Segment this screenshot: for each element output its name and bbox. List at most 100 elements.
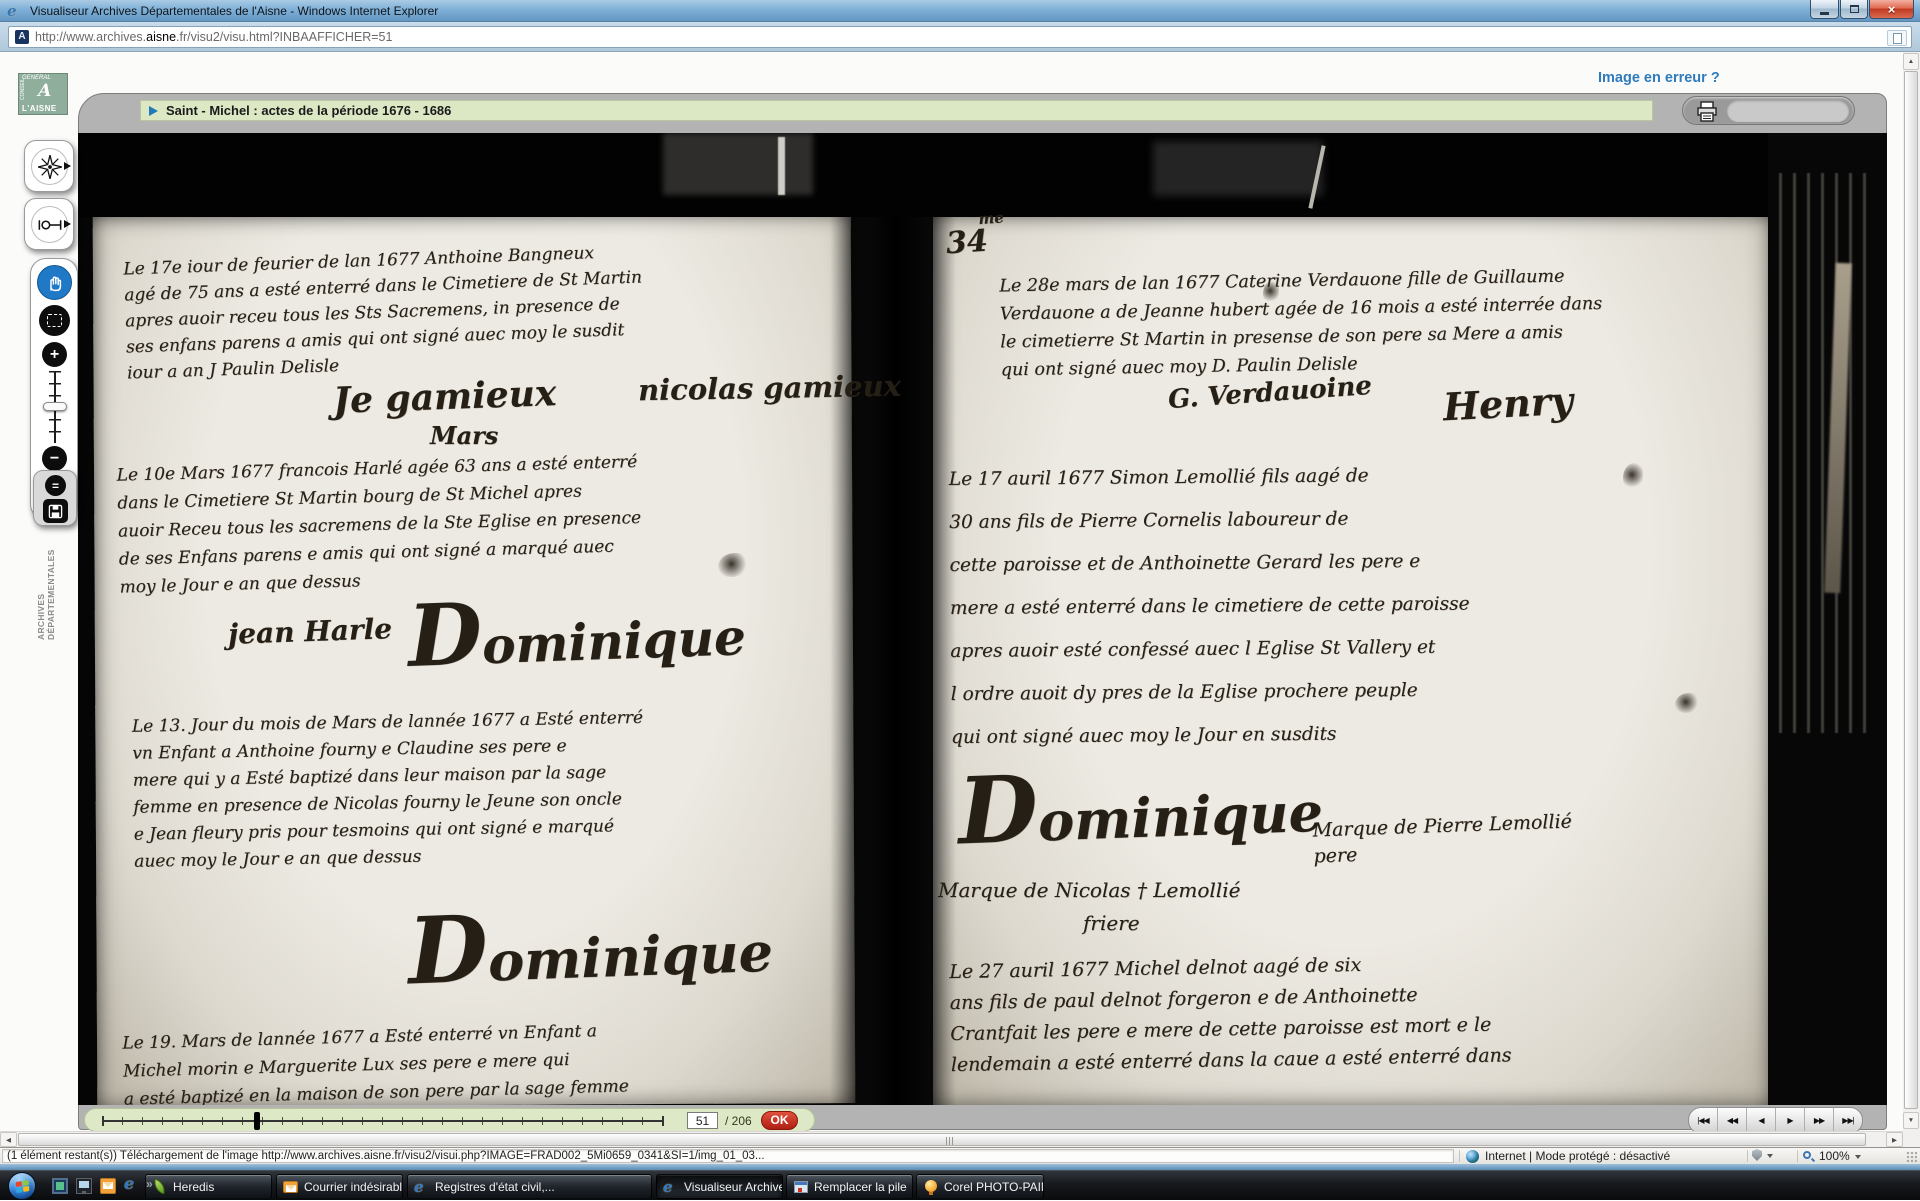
corel-balloon-icon (923, 1179, 939, 1195)
zoom-level-label: 100% (1819, 1149, 1850, 1163)
actual-size-tool-button[interactable] (31, 206, 68, 243)
windows-flag-icon (16, 1180, 30, 1193)
chevron-down-icon (1767, 1154, 1773, 1158)
taskbar-button-corel[interactable]: Corel PHOTO-PAIN... (916, 1174, 1044, 1199)
zoom-slider-thumb[interactable] (43, 402, 67, 411)
image-navigation-buttons: |◀◀ ◀◀ ◀ ▶ ▶▶ ▶▶| (1688, 1107, 1863, 1134)
slider-end-cap (662, 1116, 664, 1126)
expand-arrow-icon (64, 220, 71, 228)
windows-taskbar: e » Heredis Courrier indésirable ... e R… (0, 1170, 1920, 1200)
burial-act-text: Le 13. Jour du mois de Mars de lannée 16… (132, 702, 795, 875)
horizontal-scrollbar[interactable]: ◀ ▶ (0, 1131, 1903, 1147)
viewer-header-bar: Saint - Michel : actes de la période 167… (140, 100, 1653, 121)
pan-tool-button[interactable] (37, 265, 72, 300)
mail-quicklaunch[interactable] (100, 1178, 116, 1194)
heredis-leaf-icon (152, 1179, 168, 1195)
archives-departementales-label: ARCHIVES DÉPARTEMENTALES (36, 536, 56, 640)
protection-button[interactable] (1752, 1149, 1773, 1161)
save-button[interactable] (43, 499, 68, 523)
next-image-button[interactable]: ▶ (1776, 1108, 1805, 1133)
conseil-general-aisne-logo: GÉNÉRAL A CONSEIL L'AISNE (18, 73, 68, 115)
register-title: Saint - Michel : actes de la période 167… (166, 103, 451, 118)
image-error-link[interactable]: Image en erreur ? (1598, 70, 1720, 86)
separator (1459, 1150, 1460, 1162)
show-desktop-quicklaunch[interactable] (52, 1178, 68, 1194)
previous-image-button[interactable]: ◀ (1747, 1108, 1776, 1133)
ok-button[interactable]: OK (761, 1111, 798, 1130)
shield-icon (1752, 1149, 1762, 1161)
page-icon (1893, 33, 1902, 44)
zoom-slider[interactable] (31, 371, 79, 443)
close-icon: × (1888, 1, 1896, 18)
page-slider-track (102, 1120, 663, 1122)
taskbar-button-courrier[interactable]: Courrier indésirable ... (276, 1174, 403, 1199)
witness-mark: Marque de Pierre Lemollié pere (1312, 808, 1573, 869)
rewind-button[interactable]: ◀◀ (1718, 1108, 1747, 1133)
slider-end-cap (102, 1116, 104, 1126)
horizontal-scroll-thumb[interactable] (18, 1133, 1866, 1146)
forward-button[interactable]: ▶▶ (1805, 1108, 1834, 1133)
separator (1797, 1150, 1798, 1162)
scroll-right-button[interactable]: ▶ (1886, 1132, 1903, 1147)
page-number-input[interactable] (687, 1112, 718, 1129)
maximize-button[interactable] (1840, 0, 1868, 19)
burial-act-text: Le 19. Mars de lannée 1677 a Esté enterr… (122, 1012, 784, 1105)
signature: jean Harle (227, 612, 392, 651)
window-title-bar[interactable]: e Visualiseur Archives Départementales d… (0, 0, 1920, 22)
internet-explorer-icon: e (414, 1179, 430, 1195)
taskbar-button-registres[interactable]: e Registres d'état civil,... (407, 1174, 652, 1199)
signature: Henry (1442, 378, 1574, 430)
internet-explorer-icon: e (663, 1179, 679, 1195)
zone-label: Internet | Mode protégé : désactivé (1485, 1149, 1670, 1163)
priest-signature: Dominique (956, 745, 1324, 866)
witness-mark: Marque de Nicolas † Lemollié (938, 878, 1240, 902)
taskbar-button-heredis[interactable]: Heredis (145, 1174, 272, 1199)
taskbar-button-remplacer[interactable]: Remplacer la pile (786, 1174, 913, 1199)
vertical-scroll-thumb[interactable] (1904, 71, 1918, 1109)
fit-view-button[interactable]: = (45, 475, 66, 496)
address-input[interactable]: A http://www.archives.aisne.fr/visu2/vis… (8, 26, 1912, 48)
maximize-icon (1850, 5, 1859, 13)
witness-mark: friere (1083, 911, 1140, 935)
overview-tool-button[interactable] (31, 148, 68, 185)
first-image-button[interactable]: |◀◀ (1689, 1108, 1718, 1133)
minimize-icon (1820, 12, 1829, 15)
scroll-down-button[interactable]: ▼ (1903, 1112, 1919, 1129)
signature: Je gamieux (332, 372, 557, 422)
scroll-thumb-grip (946, 1137, 955, 1145)
print-option-field (1727, 100, 1849, 122)
manuscript-scan[interactable]: Le 17e iour de feurier de lan 1677 Antho… (78, 133, 1887, 1105)
vertical-scrollbar[interactable]: ▲ ▼ (1903, 52, 1920, 1147)
page-slider-thumb[interactable] (254, 1112, 260, 1130)
scroll-up-button[interactable]: ▲ (1903, 53, 1919, 70)
close-button[interactable]: × (1869, 0, 1914, 19)
compass-icon (37, 154, 63, 180)
scroll-left-button[interactable]: ◀ (0, 1132, 17, 1147)
url-prefix: http://www.archives. (35, 30, 146, 44)
header-arrow-icon (149, 106, 158, 116)
minimize-button[interactable] (1810, 0, 1839, 19)
film-artifact (1153, 141, 1323, 196)
page-edge-streaks (1774, 173, 1874, 733)
start-button[interactable] (8, 1172, 36, 1200)
month-heading: Mars (430, 421, 498, 450)
magnifier-icon (1803, 1151, 1814, 1162)
page-slider[interactable] (102, 1113, 663, 1129)
zoom-select-tool-button[interactable] (39, 305, 70, 336)
print-button[interactable] (1695, 101, 1719, 122)
compatibility-view-button[interactable] (1887, 30, 1907, 46)
taskbar-button-visualiseur[interactable]: e Visualiseur Archives ... (656, 1174, 783, 1199)
last-image-button[interactable]: ▶▶| (1834, 1108, 1862, 1133)
zoom-in-button[interactable]: + (42, 342, 67, 367)
key-icon (37, 212, 63, 238)
signature: nicolas gamieux (638, 369, 901, 408)
burial-act-text: Le 27 auril 1677 Michel delnot aagé de s… (949, 945, 1651, 1081)
printer-icon (1695, 101, 1719, 122)
floppy-disk-icon (48, 504, 63, 519)
monitor-quicklaunch[interactable] (76, 1178, 92, 1194)
print-toolbar (1682, 96, 1855, 125)
zoom-out-button[interactable]: − (42, 446, 67, 471)
browser-zoom-button[interactable]: 100% (1803, 1149, 1861, 1163)
internet-explorer-quicklaunch[interactable]: e (124, 1176, 140, 1192)
page-navigation-bar: / 206 OK (84, 1108, 815, 1132)
